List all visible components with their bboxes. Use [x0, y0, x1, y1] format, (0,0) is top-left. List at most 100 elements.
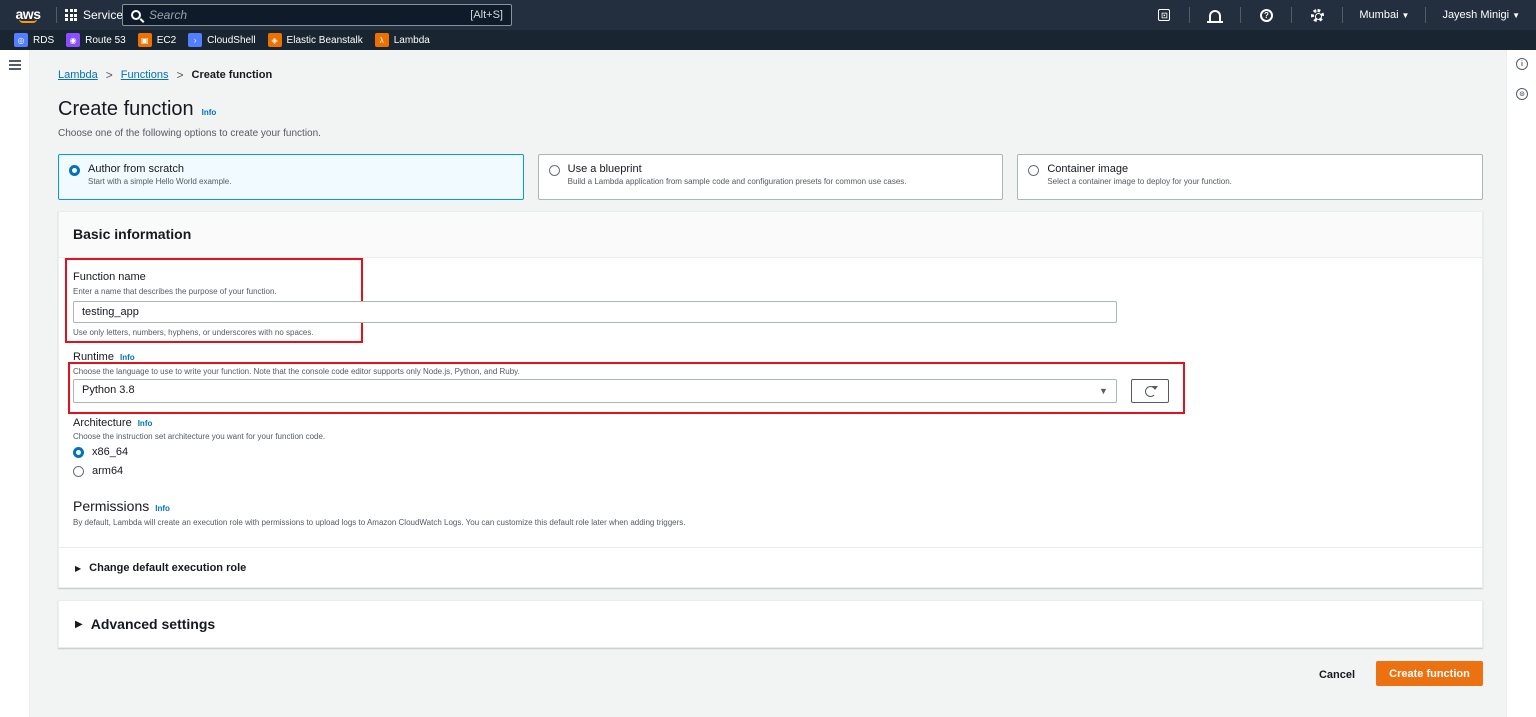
- favorite-elastic-beanstalk[interactable]: ◈ Elastic Beanstalk: [267, 33, 363, 47]
- page-title-text: Create function: [58, 98, 194, 120]
- caret-down-icon: ▼: [1099, 386, 1108, 396]
- permissions-info-link[interactable]: Info: [155, 504, 170, 513]
- architecture-option-x86-64[interactable]: x86_64: [73, 446, 128, 458]
- bell-icon: [1207, 9, 1224, 23]
- region-selector[interactable]: Mumbai ▼: [1351, 9, 1417, 21]
- option-container-image[interactable]: Container image Select a container image…: [1017, 154, 1484, 200]
- option-description: Select a container image to deploy for y…: [1047, 177, 1232, 186]
- function-name-input[interactable]: testing_app: [73, 301, 1117, 323]
- architecture-label-text: Architecture: [73, 417, 132, 429]
- favorite-label: Elastic Beanstalk: [286, 34, 363, 46]
- cloudshell-button[interactable]: ⊡: [1147, 0, 1181, 30]
- expander-label: Change default execution role: [89, 562, 247, 574]
- favorite-cloudshell[interactable]: › CloudShell: [188, 33, 256, 47]
- runtime-info-link[interactable]: Info: [120, 353, 135, 362]
- cancel-button[interactable]: Cancel: [1312, 663, 1362, 687]
- favorite-ec2[interactable]: ▣ EC2: [137, 33, 177, 47]
- help-button[interactable]: ?: [1249, 0, 1283, 30]
- radio-unselected[interactable]: [73, 465, 84, 477]
- architecture-info-link[interactable]: Info: [138, 419, 153, 428]
- main-content: Lambda > Functions > Create function Cre…: [30, 50, 1506, 717]
- settings-button[interactable]: [1300, 0, 1334, 30]
- caret-down-icon: ▼: [1512, 11, 1520, 20]
- option-description: Build a Lambda application from sample c…: [567, 177, 907, 186]
- permissions-title: Permissions Info: [73, 498, 170, 514]
- account-menu[interactable]: Jayesh Minigi ▼: [1434, 9, 1528, 21]
- favorites-bar: ◎ RDS ◉ Route 53 ▣ EC2 › CloudShell ◈ El…: [0, 30, 1536, 50]
- user-label: Jayesh Minigi: [1442, 9, 1510, 21]
- option-description: Start with a simple Hello World example.: [88, 177, 232, 186]
- radio-unselected[interactable]: [1028, 165, 1040, 176]
- breadcrumb-functions-link[interactable]: Functions: [121, 69, 169, 81]
- architecture-option-label: x86_64: [92, 446, 129, 458]
- favorite-label: Route 53: [85, 34, 126, 46]
- services-menu-button[interactable]: Services: [65, 8, 129, 22]
- architecture-option-label: arm64: [92, 465, 124, 477]
- favorite-label: RDS: [33, 34, 55, 46]
- search-icon: [131, 10, 141, 20]
- option-title: Use a blueprint: [567, 163, 642, 175]
- permissions-description: By default, Lambda will create an execut…: [73, 518, 686, 527]
- aws-smile-icon: [19, 19, 37, 23]
- option-author-from-scratch[interactable]: Author from scratch Start with a simple …: [58, 154, 524, 200]
- nav-divider: [1342, 7, 1344, 23]
- nav-right-group: ⊡ ? Mumbai ▼ Jayesh Minigi ▼: [1147, 0, 1528, 30]
- grid-icon: [65, 9, 77, 21]
- favorite-rds[interactable]: ◎ RDS: [14, 33, 54, 47]
- expander-label: Advanced settings: [90, 616, 216, 632]
- cloudshell-icon: ›: [188, 33, 203, 47]
- favorite-lambda[interactable]: λ Lambda: [374, 33, 430, 47]
- favorite-label: Lambda: [393, 34, 430, 46]
- change-default-execution-role-toggle[interactable]: ▶ Change default execution role: [75, 562, 246, 574]
- notifications-button[interactable]: [1198, 0, 1232, 30]
- nav-divider: [56, 7, 57, 23]
- nav-divider: [1189, 7, 1191, 23]
- function-name-constraint: Use only letters, numbers, hyphens, or u…: [73, 328, 314, 337]
- favorite-label: EC2: [156, 34, 177, 46]
- breadcrumb: Lambda > Functions > Create function: [58, 68, 272, 82]
- architecture-label: Architecture Info: [73, 417, 152, 429]
- runtime-description: Choose the language to use to write your…: [73, 367, 520, 376]
- option-use-blueprint[interactable]: Use a blueprint Build a Lambda applicati…: [537, 154, 1004, 200]
- architecture-option-arm64[interactable]: arm64: [73, 465, 123, 477]
- panel-heading: Basic information: [59, 212, 1482, 258]
- function-name-label-text: Function name: [73, 271, 146, 283]
- architecture-description: Choose the instruction set architecture …: [73, 432, 326, 441]
- create-function-button[interactable]: Create function: [1376, 661, 1483, 686]
- aws-logo[interactable]: aws: [8, 7, 48, 23]
- feedback-icon[interactable]: ⊙: [1516, 88, 1528, 100]
- breadcrumb-separator: >: [105, 68, 113, 82]
- page-title: Create function Info: [58, 98, 216, 121]
- caret-right-icon: ▶: [75, 563, 82, 573]
- advanced-settings-toggle[interactable]: ▶ Advanced settings: [75, 616, 215, 632]
- breadcrumb-lambda-link[interactable]: Lambda: [58, 69, 98, 81]
- info-panel-icon[interactable]: i: [1516, 58, 1528, 70]
- advanced-settings-panel: ▶ Advanced settings: [58, 600, 1483, 648]
- radio-selected[interactable]: [73, 446, 84, 458]
- refresh-runtime-button[interactable]: [1131, 379, 1169, 403]
- cloudshell-icon: ⊡: [1158, 9, 1171, 21]
- route53-icon: ◉: [66, 33, 81, 47]
- search-input[interactable]: Search [Alt+S]: [122, 4, 512, 26]
- rds-icon: ◎: [14, 33, 28, 47]
- function-name-label: Function name: [73, 271, 146, 283]
- caret-down-icon: ▼: [1401, 11, 1410, 20]
- breadcrumb-separator: >: [176, 68, 184, 82]
- lambda-icon: λ: [374, 33, 389, 47]
- help-icon: ?: [1259, 8, 1273, 22]
- creation-options: Author from scratch Start with a simple …: [58, 154, 1484, 200]
- right-rail: i ⊙: [1506, 50, 1536, 717]
- left-rail: [0, 50, 30, 717]
- radio-unselected[interactable]: [548, 165, 560, 176]
- page-info-link[interactable]: Info: [202, 108, 217, 117]
- favorite-route53[interactable]: ◉ Route 53: [66, 33, 126, 47]
- hamburger-menu-icon[interactable]: [9, 60, 21, 70]
- favorite-label: CloudShell: [207, 34, 256, 46]
- radio-selected[interactable]: [69, 165, 80, 176]
- search-shortcut: [Alt+S]: [470, 9, 503, 21]
- caret-right-icon: ▶: [75, 618, 83, 630]
- runtime-select[interactable]: Python 3.8: [73, 379, 1117, 403]
- breadcrumb-current: Create function: [191, 69, 273, 81]
- option-title: Container image: [1047, 163, 1129, 175]
- ec2-icon: ▣: [137, 33, 152, 47]
